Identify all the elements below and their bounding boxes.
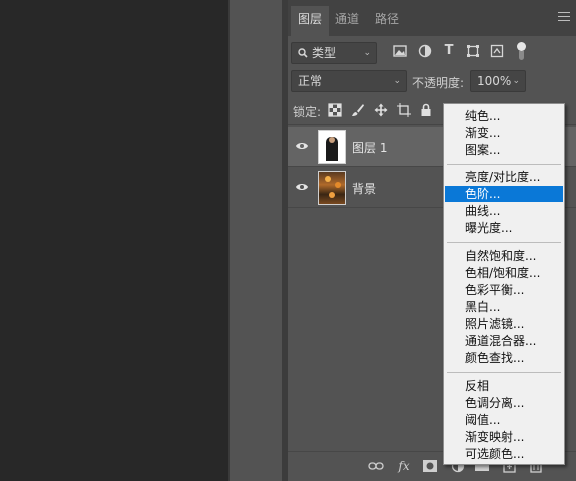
menu-item-color-lookup[interactable]: 颜色查找... [445, 350, 563, 366]
menu-item-solid-color[interactable]: 纯色... [445, 108, 563, 124]
tab-channels[interactable]: 通道 [328, 6, 366, 36]
menu-item-gradient-map[interactable]: 渐变映射... [445, 429, 563, 445]
layer-thumbnail [318, 130, 346, 164]
filter-kind-dropdown[interactable]: 类型 ⌄ [291, 42, 377, 64]
menu-item-exposure[interactable]: 曝光度... [445, 220, 563, 236]
menu-item-posterize[interactable]: 色调分离... [445, 395, 563, 411]
layer-name[interactable]: 背景 [352, 180, 376, 197]
panel-tabbar: 图层 通道 路径 [288, 0, 576, 36]
filter-toggle-switch[interactable] [517, 42, 526, 60]
opacity-value: 100% [477, 74, 512, 88]
menu-item-photo-filter[interactable]: 照片滤镜... [445, 316, 563, 332]
menu-item-threshold[interactable]: 阈值... [445, 412, 563, 428]
menu-item-vibrance[interactable]: 自然饱和度... [445, 248, 563, 264]
type-filter-icon[interactable]: T [442, 44, 456, 58]
fx-button[interactable]: fx [396, 459, 412, 473]
blend-row: 正常 ⌄ 不透明度: 100% ⌄ [288, 70, 576, 94]
layer-filter-row: 类型 ⌄ T [288, 40, 576, 66]
menu-item-gradient[interactable]: 渐变... [445, 125, 563, 141]
menu-item-brightness-contrast[interactable]: 亮度/对比度... [445, 169, 563, 185]
link-icon[interactable] [368, 459, 384, 473]
menu-separator [447, 164, 561, 165]
layer-thumbnail [318, 171, 346, 205]
menu-item-black-white[interactable]: 黑白... [445, 299, 563, 315]
menu-item-invert[interactable]: 反相 [445, 378, 563, 394]
menu-item-color-balance[interactable]: 色彩平衡... [445, 282, 563, 298]
move-icon[interactable] [374, 103, 388, 117]
mask-icon[interactable] [422, 459, 438, 473]
artboard-lock-icon[interactable] [397, 103, 411, 117]
lock-transparency-icon[interactable] [328, 103, 342, 117]
opacity-field[interactable]: 100% ⌄ [470, 70, 526, 92]
document-canvas[interactable] [0, 0, 228, 481]
layer-name[interactable]: 图层 1 [352, 139, 387, 156]
menu-separator [447, 242, 561, 243]
menu-separator [447, 372, 561, 373]
pixel-filter-icon[interactable] [393, 44, 407, 58]
eye-icon[interactable] [295, 180, 309, 194]
tab-layers[interactable]: 图层 [291, 6, 330, 36]
menu-item-hue-saturation[interactable]: 色相/饱和度... [445, 265, 563, 281]
menu-item-selective-color[interactable]: 可选颜色... [445, 446, 563, 462]
chevron-down-icon: ⌄ [363, 48, 371, 58]
filter-kind-label: 类型 [312, 46, 337, 60]
menu-item-pattern[interactable]: 图案... [445, 142, 563, 158]
workspace-gap [230, 0, 282, 481]
lock-label: 锁定: [293, 105, 322, 119]
adjustment-filter-icon[interactable] [418, 44, 432, 58]
chevron-down-icon: ⌄ [393, 76, 401, 86]
search-icon [298, 48, 308, 58]
adjustment-dropdown-menu: 纯色... 渐变... 图案... 亮度/对比度... 色阶... 曲线... … [443, 103, 565, 465]
brush-icon[interactable] [351, 103, 365, 117]
tab-paths[interactable]: 路径 [368, 6, 406, 36]
eye-icon[interactable] [295, 139, 309, 153]
menu-item-levels[interactable]: 色阶... [445, 186, 563, 202]
lock-icon[interactable] [419, 103, 433, 117]
menu-item-channel-mixer[interactable]: 通道混合器... [445, 333, 563, 349]
shape-filter-icon[interactable] [466, 44, 480, 58]
blend-mode-dropdown[interactable]: 正常 ⌄ [291, 70, 407, 92]
smart-object-filter-icon[interactable] [490, 44, 504, 58]
panel-menu-icon[interactable] [558, 12, 570, 22]
opacity-label: 不透明度: [412, 76, 465, 90]
chevron-down-icon: ⌄ [512, 76, 520, 86]
menu-item-curves[interactable]: 曲线... [445, 203, 563, 219]
blend-mode-label: 正常 [298, 74, 323, 88]
